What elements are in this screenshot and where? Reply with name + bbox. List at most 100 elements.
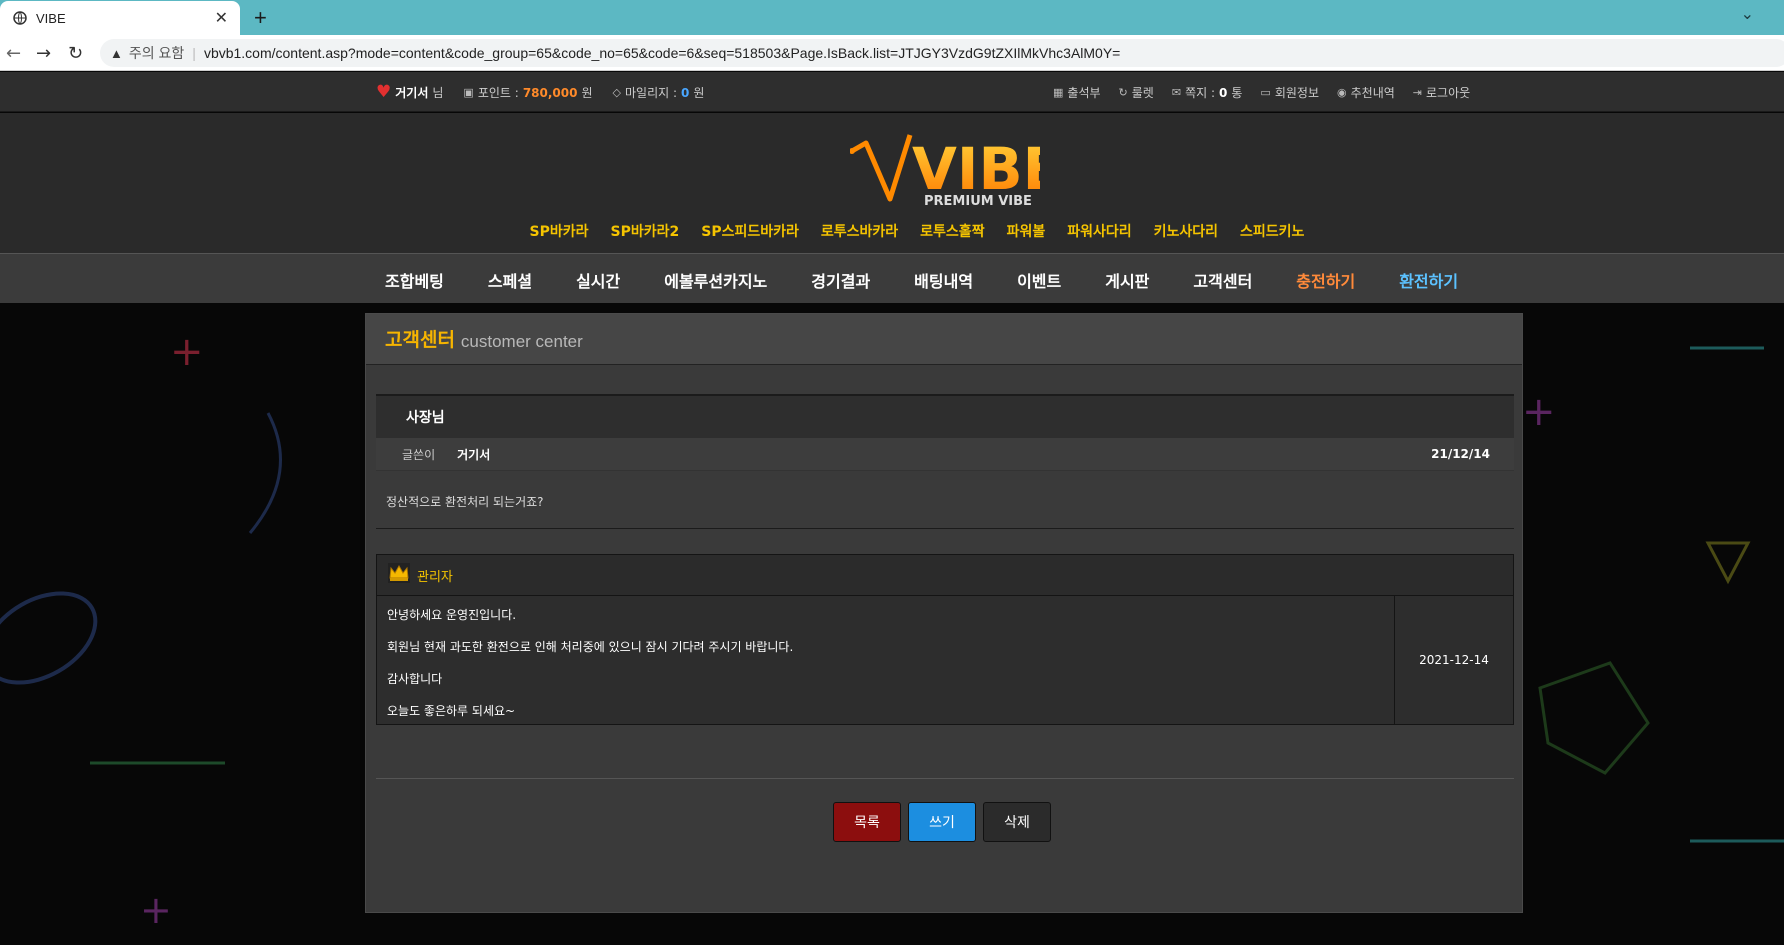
main-nav-item[interactable]: 에볼루션카지노 — [664, 268, 767, 292]
id-card-icon: ▭ — [1260, 86, 1271, 99]
points-value: 780,000 — [522, 85, 578, 100]
points-unit: 원 — [581, 86, 593, 100]
logout-label: 로그아웃 — [1426, 86, 1471, 100]
browser-tab-strip: VIBE ✕ + ⌄ — [0, 0, 1784, 35]
post-body: 정산적으로 환전처리 되는거죠? — [376, 471, 1514, 529]
chevron-down-icon[interactable]: ⌄ — [1741, 4, 1754, 23]
address-toolbar: ← → ↻ ▲ 주의 요함 | vbvb1.com/content.asp?mo… — [0, 35, 1784, 71]
points-display: ▣ 포인트 : 780,000 원 — [463, 84, 592, 101]
attendance-link[interactable]: ▦ 출석부 — [1053, 84, 1101, 101]
browser-tab[interactable]: VIBE ✕ — [0, 1, 240, 35]
write-button[interactable]: 쓰기 — [908, 802, 976, 842]
main-nav-item[interactable]: 조합베팅 — [385, 268, 444, 292]
reply-row: 안녕하세요 운영진입니다. 회원님 현재 과도한 환전으로 인해 처리중에 있으… — [377, 596, 1513, 724]
game-nav-item[interactable]: SP스피드바카라 — [701, 221, 799, 241]
forward-arrow-icon[interactable]: → — [36, 43, 51, 64]
panel-title: 고객센터 — [385, 329, 455, 351]
refresh-icon: ↻ — [1118, 86, 1128, 99]
money-icon: ▣ — [463, 86, 474, 99]
mileage-value: 0 — [681, 85, 690, 100]
admin-reply: 관리자 안녕하세요 운영진입니다. 회원님 현재 과도한 환전으로 인해 처리중… — [376, 554, 1514, 725]
svg-text:+: + — [1522, 389, 1556, 435]
post-title: 사장님 — [376, 394, 1514, 438]
messages-count: 0 — [1219, 85, 1228, 100]
new-tab-button[interactable]: + — [254, 5, 267, 31]
customer-center-panel: 고객센터 customer center 사장님 글쓴이 거기서 21/12/1… — [365, 313, 1523, 913]
member-info-link[interactable]: ▭ 회원정보 — [1260, 84, 1319, 101]
game-nav-item[interactable]: 파워볼 — [1007, 221, 1046, 241]
tab-title: VIBE — [36, 10, 66, 26]
writer-label: 글쓴이 — [402, 447, 436, 462]
reply-text: 안녕하세요 운영진입니다. 회원님 현재 과도한 환전으로 인해 처리중에 있으… — [377, 596, 1395, 724]
post-view: 사장님 글쓴이 거기서 21/12/14 정산적으로 환전처리 되는거죠? — [376, 394, 1514, 529]
roulette-link[interactable]: ↻ 룰렛 — [1119, 84, 1154, 101]
url-text[interactable]: vbvb1.com/content.asp?mode=content&code_… — [204, 45, 1120, 61]
main-nav-item[interactable]: 이벤트 — [1017, 268, 1061, 292]
calendar-icon: ▦ — [1053, 86, 1064, 99]
panel-subtitle: customer center — [460, 332, 583, 351]
game-nav-item[interactable]: 로투스바카라 — [821, 221, 898, 241]
post-meta: 글쓴이 거기서 21/12/14 — [376, 438, 1514, 471]
messages-unit: 통 — [1231, 86, 1243, 100]
main-nav-item[interactable]: 경기결과 — [811, 268, 870, 292]
main-nav-item[interactable]: 배팅내역 — [914, 268, 973, 292]
username: 거기서 — [395, 86, 429, 100]
game-nav-item[interactable]: 스피드키노 — [1240, 221, 1304, 241]
separator: | — [192, 45, 196, 61]
user-info-bar: ♥ 거기서 님 ▣ 포인트 : 780,000 원 ◇ 마일리지 : 0원 ▦ 출석… — [0, 72, 1784, 112]
points-label: 포인트 : — [477, 86, 519, 100]
list-button[interactable]: 목록 — [833, 802, 901, 842]
main-nav-item[interactable]: 고객센터 — [1193, 268, 1252, 292]
reload-icon[interactable]: ↻ — [68, 43, 83, 64]
close-tab-icon[interactable]: ✕ — [215, 8, 228, 28]
action-buttons: 목록 쓰기 삭제 — [833, 802, 1051, 842]
main-nav-item[interactable]: 스페셜 — [488, 268, 532, 292]
post-date: 21/12/14 — [1431, 447, 1490, 461]
address-bar[interactable]: ▲ 주의 요함 | vbvb1.com/content.asp?mode=con… — [100, 39, 1784, 67]
referral-label: 추천내역 — [1350, 86, 1395, 100]
writer-name: 거기서 — [457, 447, 491, 462]
messages-link[interactable]: ✉ 쪽지 : 0 통 — [1172, 84, 1243, 101]
game-nav-item[interactable]: 로투스홀짝 — [920, 221, 984, 241]
reply-date: 2021-12-14 — [1419, 653, 1489, 667]
heart-icon: ♥ — [376, 82, 392, 102]
reply-line: 감사합니다 — [387, 672, 443, 686]
svg-text:+: + — [170, 329, 204, 375]
game-nav: SP바카라 SP바카라2 SP스피드바카라 로투스바카라 로투스홀짝 파워볼 파워사다리 키노… — [0, 221, 1784, 241]
game-nav-item[interactable]: 파워사다리 — [1067, 221, 1131, 241]
game-nav-item[interactable]: SP바카라 — [530, 221, 589, 241]
warning-icon[interactable]: ▲ — [110, 46, 123, 61]
mileage-unit: 원 — [693, 86, 705, 100]
site-header: VIBE PREMIUM VIBE SP바카라 SP바카라2 SP스피드바카라 로투스… — [0, 113, 1784, 253]
delete-button[interactable]: 삭제 — [983, 802, 1051, 842]
logo-text: VIBE — [912, 135, 1040, 203]
main-nav: 조합베팅 스페셜 실시간 에볼루션카지노 경기결과 배팅내역 이벤트 게시판 고객센터 충전하기 환… — [0, 253, 1784, 303]
main-nav-item[interactable]: 실시간 — [576, 268, 620, 292]
mileage-label: 마일리지 : — [624, 86, 678, 100]
envelope-icon: ✉ — [1171, 86, 1182, 99]
logout-link[interactable]: ⇥ 로그아웃 — [1413, 84, 1470, 101]
charge-link[interactable]: 충전하기 — [1296, 268, 1355, 292]
reply-header: 관리자 — [377, 555, 1513, 596]
back-arrow-icon[interactable]: ← — [6, 43, 21, 64]
mileage-display: ◇ 마일리지 : 0원 — [613, 84, 705, 101]
vibe-logo[interactable]: VIBE PREMIUM VIBE — [850, 121, 1040, 211]
roulette-label: 룰렛 — [1131, 86, 1154, 100]
game-nav-item[interactable]: SP바카라2 — [611, 221, 680, 241]
game-nav-item[interactable]: 키노사다리 — [1154, 221, 1218, 241]
reply-author: 관리자 — [417, 569, 453, 585]
reply-line: 오늘도 좋은하루 되세요~ — [387, 704, 516, 718]
reply-line: 안녕하세요 운영진입니다. — [387, 608, 517, 622]
main-nav-item[interactable]: 게시판 — [1105, 268, 1149, 292]
reply-line: 회원님 현재 과도한 환전으로 인해 처리중에 있으니 잠시 기다려 주시기 바… — [387, 640, 794, 654]
globe-icon — [12, 10, 28, 26]
member-info-label: 회원정보 — [1274, 86, 1319, 100]
exchange-link[interactable]: 환전하기 — [1399, 268, 1458, 292]
referral-link[interactable]: ◉ 추천내역 — [1337, 84, 1395, 101]
logo-subtitle: PREMIUM VIBE — [924, 194, 1032, 209]
attendance-label: 출석부 — [1067, 86, 1101, 100]
messages-label: 쪽지 : — [1185, 86, 1216, 100]
security-label[interactable]: 주의 요함 — [129, 43, 184, 63]
diamond-icon: ◇ — [612, 86, 621, 99]
panel-header: 고객센터 customer center — [366, 314, 1522, 365]
